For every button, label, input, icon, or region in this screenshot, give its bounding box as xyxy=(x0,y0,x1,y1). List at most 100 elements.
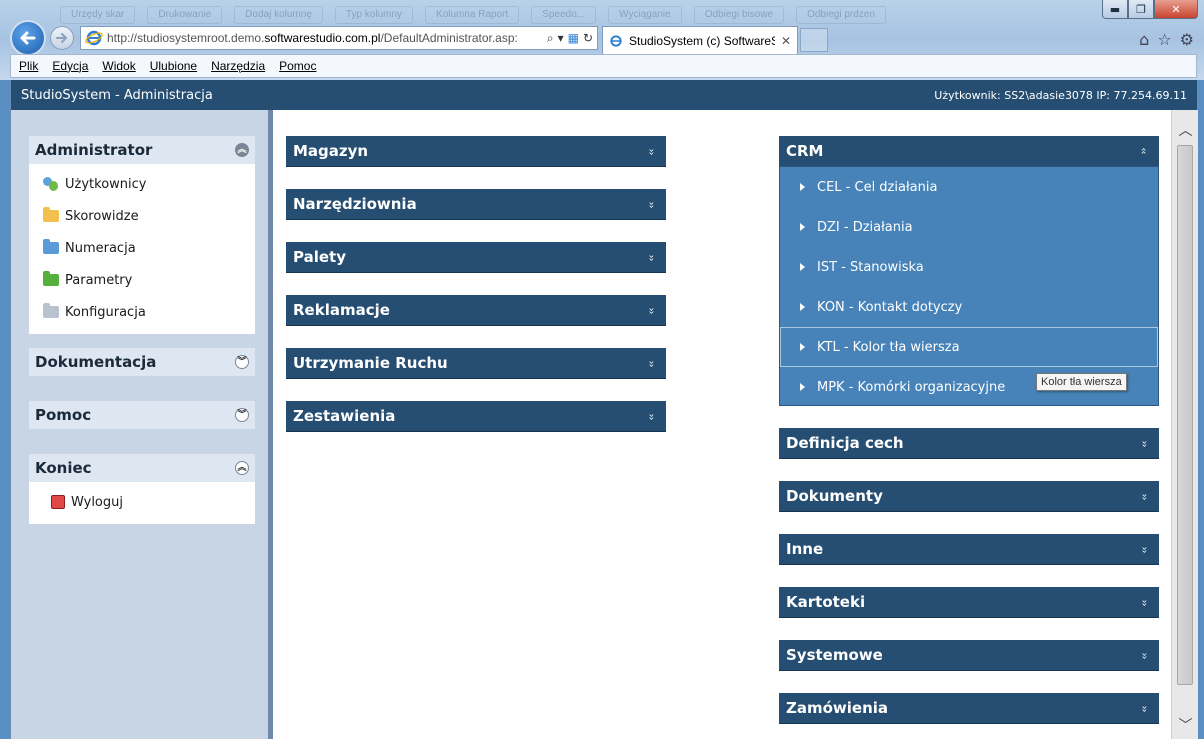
back-button[interactable] xyxy=(10,20,46,56)
module-magazyn[interactable]: Magazyn ›› xyxy=(286,136,666,167)
folder-icon xyxy=(43,271,59,286)
browser-tab[interactable]: StudioSystem (c) SoftwareS... ✕ xyxy=(602,26,798,54)
expand-icon: ›› xyxy=(1138,440,1150,446)
expand-icon: ›› xyxy=(1138,599,1150,605)
app-title: StudioSystem - Administracja xyxy=(21,87,213,103)
url-text[interactable]: http://studiosystemroot.demo.softwarestu… xyxy=(103,31,547,45)
module-reklamacje[interactable]: Reklamacje ›› xyxy=(286,295,666,326)
panel-title: Koniec xyxy=(35,459,92,477)
expand-icon: ›› xyxy=(645,307,657,313)
panel-header-pomoc[interactable]: Pomoc ︾ xyxy=(29,401,255,429)
expand-icon[interactable]: ︾ xyxy=(235,408,249,422)
module-title: Narzędziownia xyxy=(293,195,417,213)
crm-item-cel[interactable]: CEL - Cel działania xyxy=(780,167,1158,207)
scroll-up-icon[interactable]: ︿ xyxy=(1172,120,1199,140)
sidebar-item-konfiguracja[interactable]: Konfiguracja xyxy=(29,296,255,328)
sidebar-item-numeracja[interactable]: Numeracja xyxy=(29,232,255,264)
panel-body-koniec: Wyloguj xyxy=(29,482,255,524)
faded-tab: Kolumna Raport xyxy=(425,6,520,24)
menu-narzedzia[interactable]: Narzędzia xyxy=(211,59,265,73)
scroll-down-icon[interactable]: ﹀ xyxy=(1172,715,1199,735)
module-title: Definicja cech xyxy=(786,434,904,452)
url-prefix: http://studiosystemroot.demo. xyxy=(107,31,265,45)
expand-icon[interactable]: ︾ xyxy=(235,355,249,369)
sidebar-item-label: Skorowidze xyxy=(65,208,139,224)
close-tab-icon[interactable]: ✕ xyxy=(781,34,791,48)
menu-plik[interactable]: Plik xyxy=(19,59,38,73)
module-title: CRM xyxy=(786,142,824,160)
panel-body-administrator: Użytkownicy Skorowidze Numeracja Paramet… xyxy=(29,164,255,334)
faded-tab: Speedo... xyxy=(531,6,597,24)
chevron-down-icon[interactable]: ▾ xyxy=(558,31,564,46)
collapse-icon[interactable]: ︽ xyxy=(235,143,249,157)
module-dokumenty[interactable]: Dokumenty ›› xyxy=(779,481,1159,512)
folder-icon xyxy=(43,303,59,318)
crm-item-label: KTL - Kolor tła wiersza xyxy=(817,339,960,355)
module-definicja-cech[interactable]: Definicja cech ›› xyxy=(779,428,1159,459)
collapse-icon[interactable]: ︽ xyxy=(235,461,249,475)
bullet-arrow-icon xyxy=(800,263,805,271)
sidebar-item-uzytkownicy[interactable]: Użytkownicy xyxy=(29,168,255,200)
sidebar-item-parametry[interactable]: Parametry xyxy=(29,264,255,296)
vertical-scrollbar[interactable]: ︿ ﹀ xyxy=(1171,110,1198,739)
user-info: Użytkownik: SS2\adasie3078 IP: 77.254.69… xyxy=(934,88,1187,102)
expand-icon: ›› xyxy=(645,413,657,419)
module-systemowe[interactable]: Systemowe ›› xyxy=(779,640,1159,671)
new-tab-button[interactable] xyxy=(800,28,828,52)
module-title: Magazyn xyxy=(293,142,369,160)
close-window-button[interactable]: ✕ xyxy=(1154,0,1198,19)
menu-pomoc[interactable]: Pomoc xyxy=(279,59,316,73)
sidebar-item-skorowidze[interactable]: Skorowidze xyxy=(29,200,255,232)
sidebar-item-label: Parametry xyxy=(65,272,133,288)
bullet-arrow-icon xyxy=(800,223,805,231)
sidebar-item-wyloguj[interactable]: Wyloguj xyxy=(29,486,255,518)
crm-item-ktl[interactable]: KTL - Kolor tła wiersza xyxy=(780,327,1158,367)
faded-tab: Odbiegi prdzen xyxy=(796,6,886,24)
tooltip: Kolor tła wiersza xyxy=(1036,373,1127,391)
maximize-button[interactable]: ❐ xyxy=(1128,0,1154,19)
panel-header-dokumentacja[interactable]: Dokumentacja ︾ xyxy=(29,348,255,376)
compatibility-icon[interactable]: ▦ xyxy=(568,31,579,46)
panel-header-administrator[interactable]: Administrator ︽ xyxy=(29,136,255,164)
menu-widok[interactable]: Widok xyxy=(102,59,135,73)
crm-item-label: MPK - Komórki organizacyjne xyxy=(817,379,1006,395)
scroll-thumb[interactable] xyxy=(1177,145,1193,685)
minimize-button[interactable]: ▬ xyxy=(1102,0,1128,19)
gear-icon[interactable]: ⚙ xyxy=(1180,30,1194,49)
faded-tab: Odbiegi bisowe xyxy=(693,6,785,24)
bullet-arrow-icon xyxy=(800,183,805,191)
faded-tab: Urzędy skar xyxy=(60,6,136,24)
search-icon[interactable]: ⌕ xyxy=(547,31,554,46)
refresh-icon[interactable]: ↻ xyxy=(583,31,593,46)
panel-header-koniec[interactable]: Koniec ︽ xyxy=(29,454,255,482)
crm-item-label: KON - Kontakt dotyczy xyxy=(817,299,963,315)
forward-button[interactable] xyxy=(50,26,74,50)
menu-ulubione[interactable]: Ulubione xyxy=(150,59,197,73)
module-palety[interactable]: Palety ›› xyxy=(286,242,666,273)
bullet-arrow-icon xyxy=(800,383,805,391)
module-inne[interactable]: Inne ›› xyxy=(779,534,1159,565)
module-zestawienia[interactable]: Zestawienia ›› xyxy=(286,401,666,432)
expand-icon: ›› xyxy=(1138,546,1150,552)
module-kartoteki[interactable]: Kartoteki ›› xyxy=(779,587,1159,618)
panel-koniec: Koniec ︽ Wyloguj xyxy=(29,454,255,524)
sidebar-item-label: Wyloguj xyxy=(71,494,123,510)
crm-item-ist[interactable]: IST - Stanowiska xyxy=(780,247,1158,287)
menu-edycja[interactable]: Edycja xyxy=(52,59,88,73)
module-zamowienia[interactable]: Zamówienia ›› xyxy=(779,693,1159,724)
module-crm[interactable]: CRM ›› xyxy=(779,136,1159,167)
module-utrzymanie-ruchu[interactable]: Utrzymanie Ruchu ›› xyxy=(286,348,666,379)
users-icon xyxy=(43,177,59,191)
expand-icon: ›› xyxy=(1138,493,1150,499)
crm-item-kon[interactable]: KON - Kontakt dotyczy xyxy=(780,287,1158,327)
favorites-icon[interactable]: ☆ xyxy=(1157,30,1171,49)
bullet-arrow-icon xyxy=(800,343,805,351)
panel-dokumentacja: Dokumentacja ︾ xyxy=(29,348,255,376)
crm-item-dzi[interactable]: DZI - Działania xyxy=(780,207,1158,247)
crm-item-label: CEL - Cel działania xyxy=(817,179,938,195)
address-bar[interactable]: http://studiosystemroot.demo.softwarestu… xyxy=(80,26,598,50)
module-narzedziownia[interactable]: Narzędziownia ›› xyxy=(286,189,666,220)
menu-bar: Plik Edycja Widok Ulubione Narzędzia Pom… xyxy=(10,54,1197,78)
faded-tab: Wyciąganie xyxy=(608,6,682,24)
home-icon[interactable]: ⌂ xyxy=(1139,30,1149,49)
